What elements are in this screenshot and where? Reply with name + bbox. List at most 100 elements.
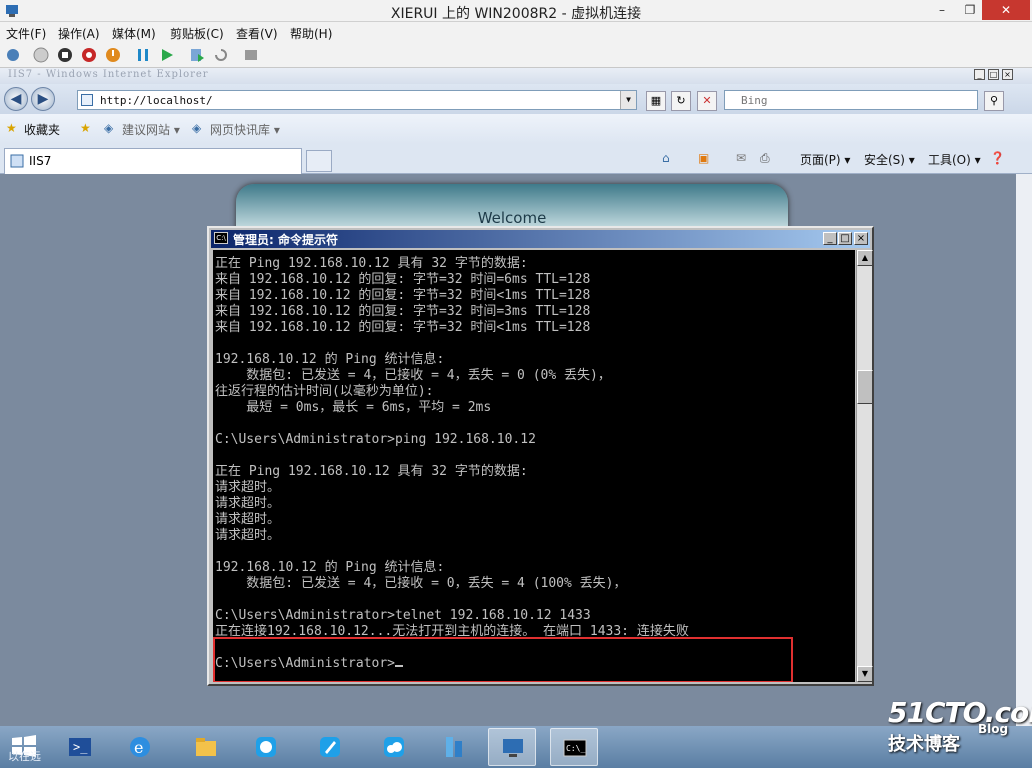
stop-icon[interactable]: ✕ bbox=[697, 91, 717, 111]
ie-window-title: IIS7 - Windows Internet Explorer bbox=[8, 69, 209, 80]
scroll-down-icon[interactable]: ▼ bbox=[857, 666, 873, 682]
guest-screen: IIS7 - Windows Internet Explorer _ □ × ◀… bbox=[0, 68, 1032, 768]
powershell-icon: >_ bbox=[69, 738, 91, 756]
resume-icon[interactable] bbox=[158, 46, 176, 64]
refresh-icon[interactable]: ↻ bbox=[671, 91, 691, 111]
console-line: 来自 192.168.10.12 的回复: 字节=32 时间<1ms TTL=1… bbox=[215, 288, 591, 303]
menu-media[interactable]: 媒体(M) bbox=[112, 25, 156, 42]
site-watermark: 51CTO.com Blog 技术博客 bbox=[888, 696, 1032, 755]
address-url[interactable]: http://localhost/ bbox=[100, 94, 213, 107]
ctrl-alt-del-icon[interactable] bbox=[4, 46, 22, 64]
ie-tab-bar: IIS7 ⌂ ▣ ✉ ⎙ 页面(P) ▾ 安全(S) ▾ 工具(O) ▾ ❓ bbox=[0, 144, 1032, 174]
cmd-minimize-button[interactable]: _ bbox=[823, 232, 837, 245]
tools-menu[interactable]: 工具(O) ▾ bbox=[928, 151, 981, 168]
suggested-sites-icon: ◈ bbox=[104, 121, 114, 135]
taskbar: 以在远 >_ e C:\_ bbox=[0, 726, 1032, 768]
feeds-icon[interactable]: ▣ bbox=[698, 151, 709, 165]
taskbar-cloud[interactable] bbox=[370, 728, 418, 766]
start-vm-icon[interactable] bbox=[32, 46, 50, 64]
ie-minimize-button[interactable]: _ bbox=[974, 69, 985, 80]
safety-menu[interactable]: 安全(S) ▾ bbox=[864, 151, 915, 168]
scroll-thumb[interactable] bbox=[857, 370, 873, 404]
cmd-title: 管理员: 命令提示符 bbox=[233, 233, 338, 247]
console-line: 往返行程的估计时间(以毫秒为单位): bbox=[215, 384, 434, 399]
new-tab-button[interactable] bbox=[306, 150, 332, 172]
taskbar-powershell[interactable]: >_ bbox=[56, 728, 104, 766]
taskbar-explorer[interactable] bbox=[182, 728, 230, 766]
compat-view-icon[interactable]: ▦ bbox=[646, 91, 666, 111]
console-line: 数据包: 已发送 = 4，已接收 = 0，丢失 = 4 (100% 丢失)， bbox=[215, 576, 627, 591]
error-highlight-box bbox=[213, 637, 793, 682]
taskbar-vm-connect[interactable] bbox=[488, 728, 536, 766]
revert-icon[interactable] bbox=[212, 46, 230, 64]
menu-clipboard[interactable]: 剪贴板(C) bbox=[170, 25, 224, 42]
favorites-star-icon[interactable]: ★ bbox=[6, 121, 17, 135]
ie-maximize-button[interactable]: □ bbox=[988, 69, 999, 80]
console-line: 最短 = 0ms，最长 = 6ms，平均 = 2ms bbox=[215, 400, 492, 415]
page-menu[interactable]: 页面(P) ▾ bbox=[800, 151, 850, 168]
taskbar-cmd[interactable]: C:\_ bbox=[550, 728, 598, 766]
console-output[interactable]: 正在 Ping 192.168.10.12 具有 32 字节的数据: 来自 192… bbox=[213, 250, 855, 682]
pause-icon[interactable] bbox=[134, 46, 152, 64]
ie-page-icon bbox=[10, 154, 24, 168]
suggested-sites-link[interactable]: 建议网站 ▾ bbox=[122, 121, 180, 138]
taskbar-server-manager[interactable] bbox=[430, 728, 478, 766]
console-line: 数据包: 已发送 = 4，已接收 = 4，丢失 = 0 (0% 丢失)， bbox=[215, 368, 611, 383]
add-favorite-icon[interactable]: ★ bbox=[80, 121, 91, 135]
menu-action[interactable]: 操作(A) bbox=[58, 25, 100, 42]
search-input[interactable]: Bing bbox=[724, 90, 978, 110]
taskbar-notes[interactable] bbox=[306, 728, 354, 766]
favorites-bar: ★ 收藏夹 ★ ◈ 建议网站 ▾ ◈ 网页快讯库 ▾ bbox=[0, 114, 1032, 144]
ie-close-button[interactable]: × bbox=[1002, 69, 1013, 80]
console-line: 请求超时。 bbox=[215, 528, 281, 543]
svg-text:>_: >_ bbox=[73, 740, 88, 754]
cmd-scrollbar[interactable]: ▲ ▼ bbox=[856, 250, 873, 682]
vm-title: XIERUI 上的 WIN2008R2 - 虚拟机连接 bbox=[390, 6, 642, 22]
cmd-title-bar[interactable]: C:\ 管理员: 命令提示符 _ □ × bbox=[211, 230, 870, 248]
help-icon[interactable]: ❓ bbox=[990, 151, 1005, 165]
tab-title: IIS7 bbox=[29, 154, 52, 168]
web-slice-gallery-link[interactable]: 网页快讯库 ▾ bbox=[210, 121, 280, 138]
vm-toolbar bbox=[0, 42, 1032, 68]
cmd-icon: C:\ bbox=[214, 232, 228, 244]
checkpoint-icon[interactable] bbox=[188, 46, 206, 64]
web-slice-icon: ◈ bbox=[192, 121, 202, 135]
share-icon[interactable] bbox=[242, 46, 260, 64]
close-button[interactable]: ✕ bbox=[982, 0, 1030, 20]
app-icon bbox=[256, 737, 276, 757]
console-line: 请求超时。 bbox=[215, 480, 281, 495]
shutdown-icon[interactable] bbox=[80, 46, 98, 64]
address-dropdown-icon[interactable]: ▼ bbox=[620, 91, 636, 109]
home-icon[interactable]: ⌂ bbox=[662, 151, 670, 165]
console-line: C:\Users\Administrator>ping 192.168.10.1… bbox=[215, 432, 536, 447]
menu-view[interactable]: 查看(V) bbox=[236, 25, 278, 42]
menu-help[interactable]: 帮助(H) bbox=[290, 25, 332, 42]
taskbar-app-qq[interactable] bbox=[242, 728, 290, 766]
cloud-icon bbox=[384, 737, 404, 757]
address-bar[interactable]: http://localhost/ ▼ bbox=[77, 90, 637, 110]
favorites-button[interactable]: 收藏夹 bbox=[24, 121, 60, 138]
console-line: 来自 192.168.10.12 的回复: 字节=32 时间=6ms TTL=1… bbox=[215, 272, 591, 287]
cmd-close-button[interactable]: × bbox=[854, 232, 868, 245]
scroll-up-icon[interactable]: ▲ bbox=[857, 250, 873, 266]
watermark-sub: 技术博客 bbox=[888, 734, 960, 755]
print-icon[interactable]: ⎙ bbox=[760, 151, 770, 166]
console-line: 请求超时。 bbox=[215, 496, 281, 511]
search-icon[interactable]: ⚲ bbox=[984, 91, 1004, 111]
cmd-taskbar-icon: C:\_ bbox=[563, 739, 587, 757]
server-icon bbox=[446, 737, 462, 757]
ie-scrollbar[interactable] bbox=[1016, 174, 1032, 768]
forward-icon[interactable]: ▶ bbox=[31, 87, 55, 111]
ie-title-bar: IIS7 - Windows Internet Explorer _ □ × bbox=[0, 68, 1032, 84]
cmd-maximize-button[interactable]: □ bbox=[838, 232, 852, 245]
power-icon[interactable] bbox=[104, 46, 122, 64]
taskbar-ie[interactable]: e bbox=[116, 728, 164, 766]
monitor-icon bbox=[503, 739, 523, 757]
menu-file[interactable]: 文件(F) bbox=[6, 25, 46, 42]
internet-explorer-icon: e bbox=[130, 737, 150, 757]
back-icon[interactable]: ◀ bbox=[4, 87, 28, 111]
tab-iis7[interactable]: IIS7 bbox=[4, 148, 302, 174]
turn-off-icon[interactable] bbox=[56, 46, 74, 64]
mail-icon[interactable]: ✉ bbox=[736, 151, 746, 165]
